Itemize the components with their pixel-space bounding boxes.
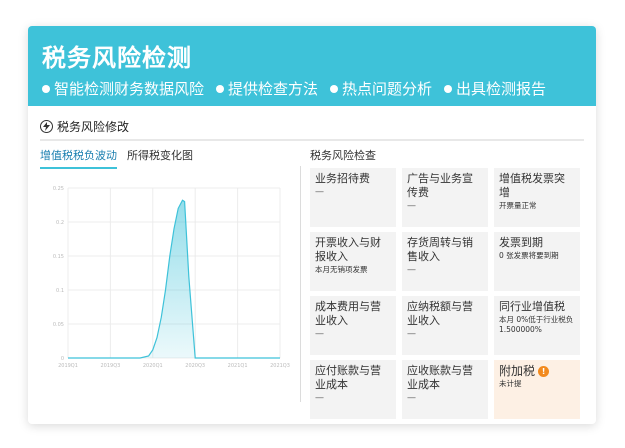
check-item-title: 应付账款与营业成本 [315,364,381,391]
check-item-title: 广告与业务宣传费 [407,172,473,199]
vat-burden-chart: 0 0.05 0.1 0.15 0.2 0.25 2019Q1 2019Q3 2020Q1 202… [40,176,292,376]
check-item-title: 发票到期 [499,236,543,249]
lightning-icon [40,120,53,133]
check-item-value: — [315,187,324,197]
check-item-title: 附加税! [499,364,575,378]
check-item-payables[interactable]: 应付账款与营业成本 — [310,360,396,419]
feature-label: 提供检查方法 [228,80,319,98]
tax-risk-card: 税务风险检测 智能检测财务数据风险 提供检查方法 热点问题分析 出具检测报告 税… [28,26,596,424]
check-item-title: 应纳税额与营业收入 [407,300,473,327]
y-tick-label: 0.2 [56,220,64,226]
check-item-invoice-vs-report[interactable]: 开票收入与财报收入 本月无销项发票 [310,232,396,291]
feature-item: 智能检测财务数据风险 [42,78,204,99]
feature-item: 热点问题分析 [330,78,432,99]
feature-list: 智能检测财务数据风险 提供检查方法 热点问题分析 出具检测报告 [42,78,546,99]
chart-tabs: 增值税税负波动 所得税变化图 [40,147,193,169]
check-item-title: 应收账款与营业成本 [407,364,473,391]
bullet-icon [330,84,339,93]
check-item-status: 未计提 [499,379,522,388]
check-item-entertainment[interactable]: 业务招待费 — [310,168,396,227]
x-tick-label: 2020Q1 [143,363,163,369]
x-tick-label: 2021Q1 [228,363,248,369]
check-item-industry-vat[interactable]: 同行业增值税 本月 0%低于行业税负1.500000% [494,296,580,355]
y-tick-label: 0.1 [56,288,64,294]
check-item-title: 开票收入与财报收入 [315,236,381,263]
check-item-value: — [315,393,324,403]
check-item-value: — [407,265,416,275]
check-item-title: 同行业增值税 [499,300,565,313]
column-divider [300,166,301,402]
x-tick-label: 2019Q1 [58,363,78,369]
check-item-tax-vs-revenue[interactable]: 应纳税额与营业收入 — [402,296,488,355]
check-title: 税务风险检查 [310,149,376,162]
check-item-status: 开票量正常 [499,201,537,210]
y-tick-label: 0.25 [53,186,64,192]
header-banner: 税务风险检测 智能检测财务数据风险 提供检查方法 热点问题分析 出具检测报告 [28,26,596,106]
check-item-inventory-turnover[interactable]: 存货周转与销售收入 — [402,232,488,291]
check-grid: 业务招待费 — 广告与业务宣传费 — 增值税发票突增 开票量正常 开票收入与财报… [310,168,580,419]
tab-vat-fluctuation[interactable]: 增值税税负波动 [40,147,117,169]
check-item-status: 本月无销项发票 [315,265,368,274]
check-item-invoice-surge[interactable]: 增值税发票突增 开票量正常 [494,168,580,227]
feature-item: 提供检查方法 [216,78,318,99]
check-item-status: 本月 0%低于行业税负1.500000% [499,315,574,334]
check-item-surtax[interactable]: 附加税! 未计提 [494,360,580,419]
check-item-title: 成本费用与营业收入 [315,300,381,327]
bullet-icon [216,84,225,93]
y-tick-label: 0 [61,356,64,362]
x-tick-label: 2021Q3 [270,363,290,369]
check-item-value: — [407,393,416,403]
banner-title: 税务风险检测 [42,44,192,72]
check-item-value: — [407,201,416,211]
x-tick-label: 2019Q3 [100,363,120,369]
y-tick-label: 0.15 [53,254,64,260]
check-item-title: 业务招待费 [315,172,370,185]
feature-label: 热点问题分析 [342,80,433,98]
series-area [68,200,280,358]
check-item-value: — [407,329,416,339]
section-header: 税务风险修改 [40,118,129,135]
x-tick-label: 2020Q3 [185,363,205,369]
check-item-advertising[interactable]: 广告与业务宣传费 — [402,168,488,227]
section-divider [40,139,584,141]
feature-label: 智能检测财务数据风险 [54,80,205,98]
check-item-status: 0 张发票将要到期 [499,251,559,260]
check-item-title: 增值税发票突增 [499,172,565,199]
bullet-icon [444,84,453,93]
y-tick-label: 0.05 [53,322,64,328]
tab-income-tax-chart[interactable]: 所得税变化图 [127,147,193,169]
feature-label: 出具检测报告 [456,80,547,98]
section-title: 税务风险修改 [57,120,130,134]
check-item-value: — [315,329,324,339]
feature-item: 出具检测报告 [444,78,546,99]
check-item-title: 存货周转与销售收入 [407,236,473,263]
check-item-invoice-expiry[interactable]: 发票到期 0 张发票将要到期 [494,232,580,291]
check-item-receivables[interactable]: 应收账款与营业成本 — [402,360,488,419]
check-item-cost-vs-revenue[interactable]: 成本费用与营业收入 — [310,296,396,355]
chart-canvas: 0 0.05 0.1 0.15 0.2 0.25 2019Q1 2019Q3 2020Q1 202… [53,186,290,369]
bullet-icon [42,84,50,93]
warning-icon: ! [538,366,550,377]
